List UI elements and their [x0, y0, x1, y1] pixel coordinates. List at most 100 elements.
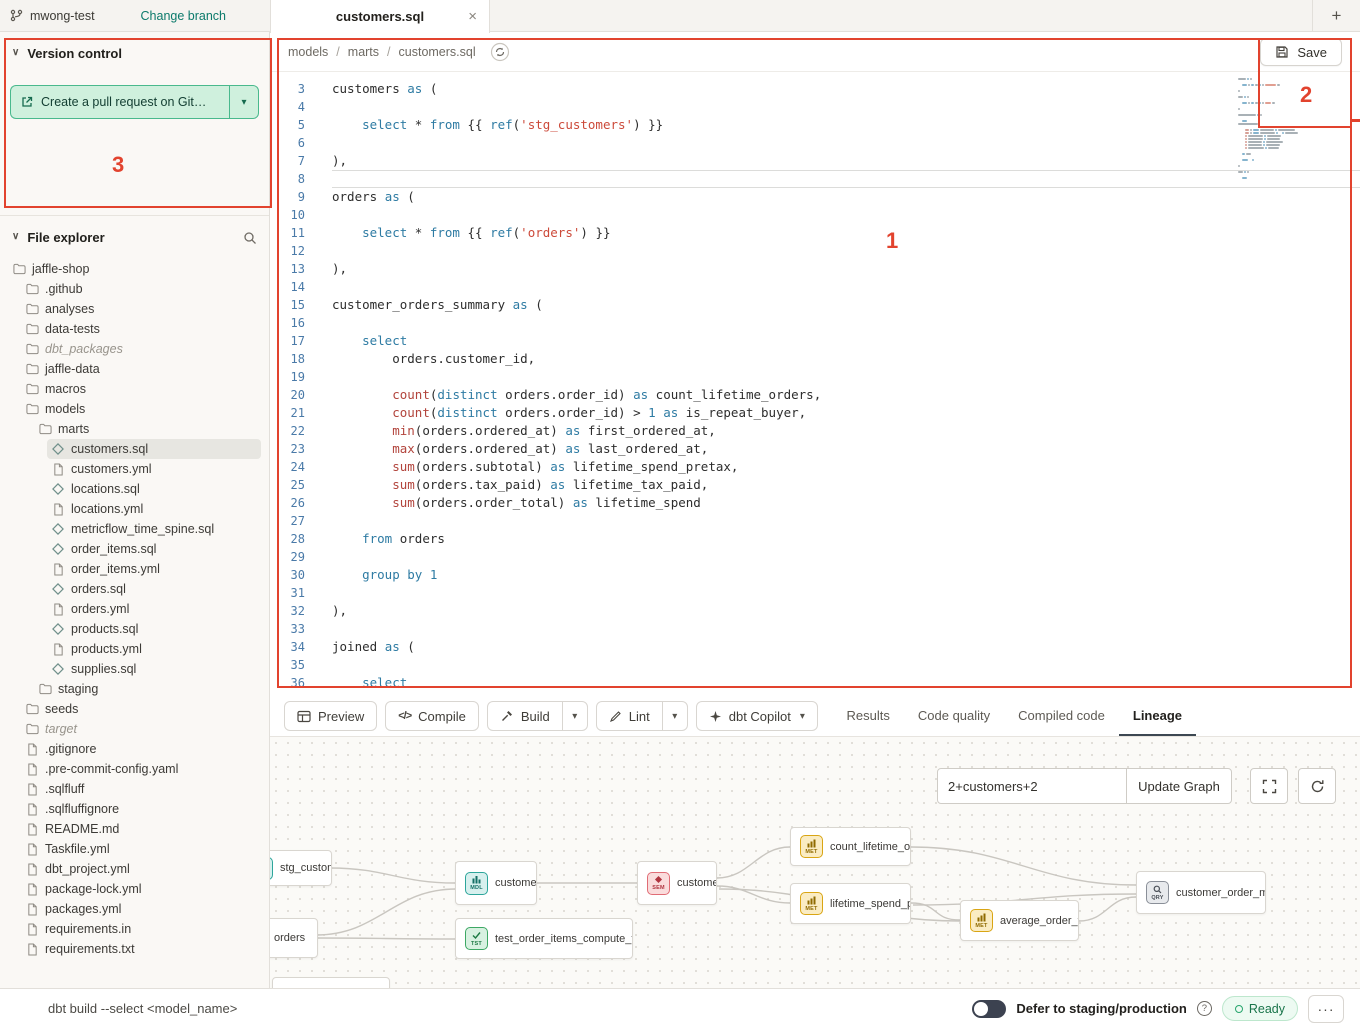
tree-item-products-sql[interactable]: products.sql — [47, 619, 261, 639]
build-dropdown-button[interactable]: ▾ — [562, 701, 588, 731]
tree-item-seeds[interactable]: seeds — [21, 699, 261, 719]
tree-item-package-lock-yml[interactable]: package-lock.yml — [21, 879, 261, 899]
code-lines[interactable]: customers as ( select * from {{ ref('stg… — [318, 80, 1360, 696]
tab-customers-sql[interactable]: customers.sql × — [270, 0, 490, 33]
defer-toggle[interactable] — [972, 1000, 1006, 1018]
tab-compiled-code[interactable]: Compiled code — [1004, 696, 1119, 736]
fullscreen-button[interactable] — [1250, 768, 1288, 804]
version-control-header[interactable]: ∨ Version control — [0, 32, 269, 69]
file-icon — [25, 743, 39, 756]
tab-code-quality[interactable]: Code quality — [904, 696, 1004, 736]
tree-item-data-tests[interactable]: data-tests — [21, 319, 261, 339]
tree-item-packages-yml[interactable]: packages.yml — [21, 899, 261, 919]
code-line: max(orders.ordered_at) as last_ordered_a… — [332, 440, 1360, 458]
tree-item-sqlfluff[interactable]: .sqlfluff — [21, 779, 261, 799]
lineage-node-met-count-lifetime-orders[interactable]: METcount_lifetime_orders — [790, 827, 911, 866]
preview-button[interactable]: Preview — [284, 701, 377, 731]
lineage-selector-input[interactable] — [937, 768, 1127, 804]
lineage-node-mdl-orders[interactable]: MDLorders — [270, 918, 318, 958]
tree-item-readme-md[interactable]: README.md — [21, 819, 261, 839]
save-button[interactable]: Save — [1260, 38, 1342, 66]
code-line: orders.customer_id, — [332, 350, 1360, 368]
tree-item-products-yml[interactable]: products.yml — [47, 639, 261, 659]
more-options-button[interactable]: ··· — [1308, 995, 1344, 1023]
sync-status-icon[interactable] — [490, 42, 510, 62]
tree-item-marts[interactable]: marts — [34, 419, 261, 439]
tree-item-jaffle-data[interactable]: jaffle-data — [21, 359, 261, 379]
file-icon — [25, 863, 39, 876]
tree-item-github[interactable]: .github — [21, 279, 261, 299]
tab-lineage[interactable]: Lineage — [1119, 696, 1196, 736]
tree-item-customers-yml[interactable]: customers.yml — [47, 459, 261, 479]
create-pr-button[interactable]: Create a pull request on Git… — [10, 85, 229, 119]
status-badge[interactable]: Ready — [1222, 996, 1298, 1021]
tree-item-dbt-project-yml[interactable]: dbt_project.yml — [21, 859, 261, 879]
breadcrumb-segment[interactable]: marts — [348, 45, 379, 59]
build-button[interactable]: Build — [487, 701, 563, 731]
tree-item-requirements-in[interactable]: requirements.in — [21, 919, 261, 939]
tree-item-macros[interactable]: macros — [21, 379, 261, 399]
tree-item-label: dbt_packages — [45, 342, 123, 356]
hammer-icon — [500, 709, 514, 723]
tree-item-supplies-sql[interactable]: supplies.sql — [47, 659, 261, 679]
tree-item-dbt-packages[interactable]: dbt_packages — [21, 339, 261, 359]
line-number: 24 — [270, 458, 305, 476]
line-number: 4 — [270, 98, 305, 116]
tree-item-label: products.yml — [71, 642, 142, 656]
tab-results[interactable]: Results — [833, 696, 904, 736]
tree-item-orders-yml[interactable]: orders.yml — [47, 599, 261, 619]
change-branch-link[interactable]: Change branch — [141, 9, 226, 23]
tree-item-jaffle-shop[interactable]: jaffle-shop — [8, 259, 261, 279]
lineage-node-partial[interactable] — [272, 977, 390, 988]
file-explorer-header[interactable]: ∨ File explorer — [0, 216, 269, 253]
minimap[interactable] — [1238, 78, 1326, 180]
new-tab-button[interactable]: + — [1312, 0, 1360, 32]
code-line: sum(orders.order_total) as lifetime_spen… — [332, 494, 1360, 512]
defer-label: Defer to staging/production — [1016, 1001, 1186, 1016]
tree-item-locations-sql[interactable]: locations.sql — [47, 479, 261, 499]
help-icon[interactable]: ? — [1197, 1001, 1212, 1016]
tree-item-requirements-txt[interactable]: requirements.txt — [21, 939, 261, 959]
update-graph-button[interactable]: Update Graph — [1126, 768, 1232, 804]
lineage-node-mdl-customers[interactable]: MDLcustomers — [455, 861, 537, 905]
lineage-node-mdl-stg-customers[interactable]: MDLstg_customers — [270, 850, 332, 886]
tree-item-analyses[interactable]: analyses — [21, 299, 261, 319]
tree-item-orders-sql[interactable]: orders.sql — [47, 579, 261, 599]
search-icon[interactable] — [243, 231, 257, 245]
tree-item-order-items-sql[interactable]: order_items.sql — [47, 539, 261, 559]
lineage-node-tst-test-order-items-compute-to-bools[interactable]: TSTtest_order_items_compute_to_bools... — [455, 918, 633, 959]
create-pr-label: Create a pull request on Git… — [41, 95, 206, 109]
code-editor[interactable]: 3456789101112131415161718192021222324252… — [270, 72, 1360, 696]
lint-dropdown-button[interactable]: ▾ — [662, 701, 688, 731]
dbt-copilot-button[interactable]: dbt Copilot ▾ — [696, 701, 818, 731]
close-icon[interactable]: × — [468, 9, 477, 24]
tree-item-staging[interactable]: staging — [34, 679, 261, 699]
tree-item-pre-commit-config-yaml[interactable]: .pre-commit-config.yaml — [21, 759, 261, 779]
tree-item-models[interactable]: models — [21, 399, 261, 419]
compile-button[interactable]: </> Compile — [385, 701, 479, 731]
refresh-button[interactable] — [1298, 768, 1336, 804]
lint-button[interactable]: Lint — [596, 701, 663, 731]
lineage-node-met-lifetime-spend-pretax[interactable]: METlifetime_spend_pretax — [790, 883, 911, 924]
file-icon — [25, 883, 39, 896]
status-bar: dbt build --select <model_name> Defer to… — [0, 988, 1360, 1028]
met-badge-icon: MET — [800, 892, 823, 915]
lineage-node-sem-customers[interactable]: SEMcustomers — [637, 861, 717, 905]
line-number: 27 — [270, 512, 305, 530]
tree-item-gitignore[interactable]: .gitignore — [21, 739, 261, 759]
breadcrumb-segment[interactable]: customers.sql — [399, 45, 476, 59]
tree-item-customers-sql[interactable]: customers.sql — [47, 439, 261, 459]
lineage-node-qry-customer-order-metrics[interactable]: QRYcustomer_order_metrics — [1136, 871, 1266, 914]
breadcrumb-segment[interactable]: models — [288, 45, 328, 59]
tree-item-sqlfluffignore[interactable]: .sqlfluffignore — [21, 799, 261, 819]
tree-item-taskfile-yml[interactable]: Taskfile.yml — [21, 839, 261, 859]
code-line — [332, 368, 1360, 386]
create-pr-dropdown-button[interactable]: ▾ — [229, 85, 259, 119]
tree-item-locations-yml[interactable]: locations.yml — [47, 499, 261, 519]
tree-item-label: locations.sql — [71, 482, 140, 496]
tree-item-target[interactable]: target — [21, 719, 261, 739]
tree-item-metricflow-time-spine-sql[interactable]: metricflow_time_spine.sql — [47, 519, 261, 539]
tree-item-order-items-yml[interactable]: order_items.yml — [47, 559, 261, 579]
tree-item-label: order_items.yml — [71, 562, 160, 576]
lineage-node-met-average-order-value[interactable]: METaverage_order_value — [960, 900, 1079, 941]
